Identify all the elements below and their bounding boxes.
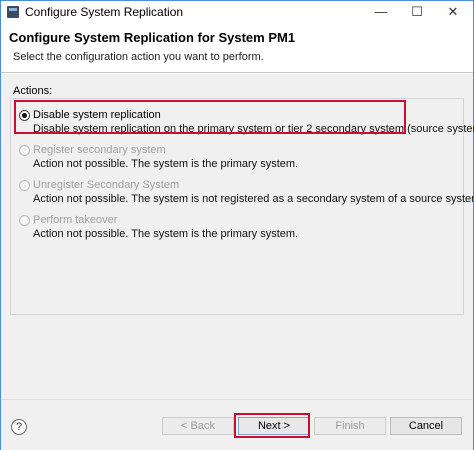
wizard-header: Configure System Replication for System … <box>1 23 473 73</box>
back-button: < Back <box>162 417 234 435</box>
option-label: Unregister Secondary System <box>33 179 180 191</box>
app-icon <box>7 6 19 18</box>
actions-group: Disable system replication Disable syste… <box>10 98 474 315</box>
finish-button: Finish <box>314 417 386 435</box>
page-description: Select the configuration action you want… <box>13 51 264 63</box>
dialog-window: Configure System Replication — ☐ ✕ Confi… <box>0 0 474 450</box>
option-description: Action not possible. The system is not r… <box>33 193 474 205</box>
next-highlight-box <box>234 413 310 438</box>
option-label: Perform takeover <box>33 214 118 226</box>
window-title: Configure System Replication <box>25 5 184 19</box>
option-description: Action not possible. The system is the p… <box>33 158 299 170</box>
cancel-button[interactable]: Cancel <box>390 417 462 435</box>
radio-register-secondary-system <box>19 145 30 156</box>
wizard-body: Actions: Disable system replication Disa… <box>1 74 474 399</box>
option-description: Action not possible. The system is the p… <box>33 228 299 240</box>
maximize-button[interactable]: ☐ <box>399 1 435 23</box>
option-label: Register secondary system <box>33 144 166 156</box>
page-title: Configure System Replication for System … <box>9 30 296 45</box>
radio-perform-takeover <box>19 215 30 226</box>
minimize-button[interactable]: — <box>363 1 399 23</box>
selection-highlight-box <box>14 100 406 134</box>
radio-unregister-secondary-system <box>19 180 30 191</box>
close-button[interactable]: ✕ <box>435 1 471 23</box>
title-bar: Configure System Replication — ☐ ✕ <box>1 1 473 23</box>
wizard-footer: ? < Back Next > Finish Cancel <box>1 399 473 450</box>
actions-label: Actions: <box>13 85 53 97</box>
help-icon[interactable]: ? <box>11 419 27 435</box>
